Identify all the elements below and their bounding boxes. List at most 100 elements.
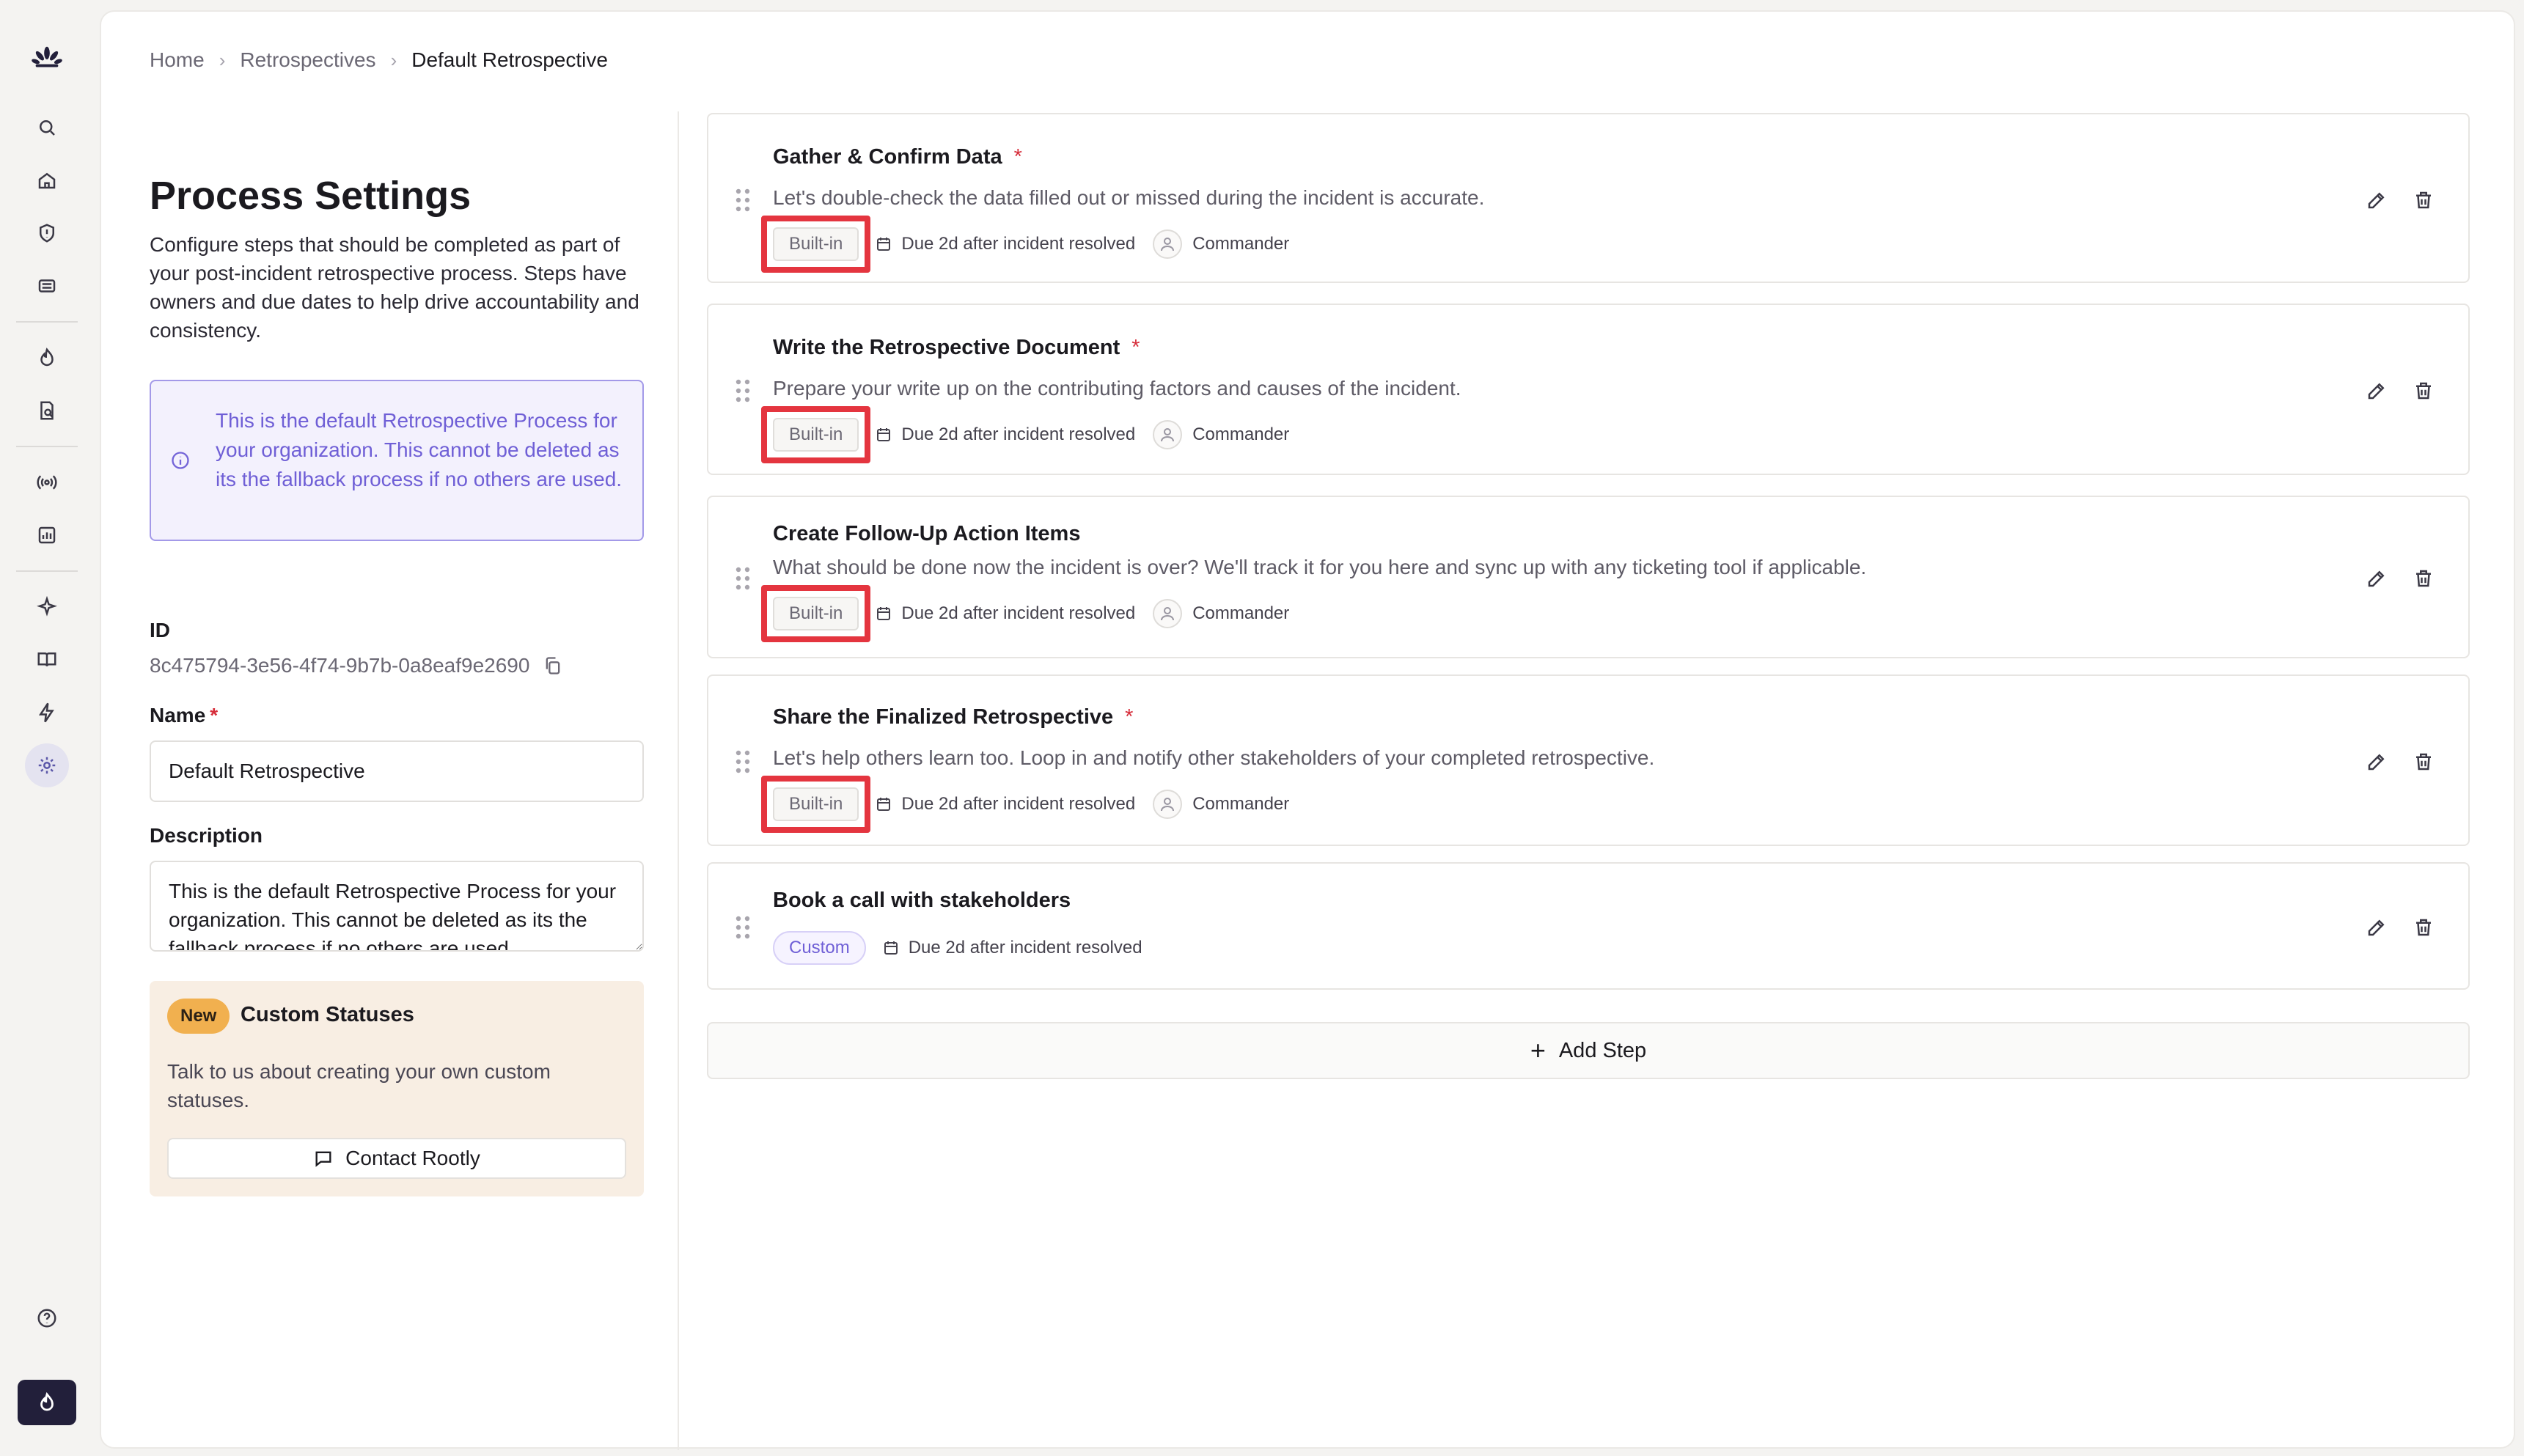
rail-divider bbox=[16, 570, 78, 572]
contact-button-label: Contact Rootly bbox=[345, 1147, 480, 1169]
copy-icon[interactable] bbox=[543, 655, 563, 676]
step-description: Let's help others learn too. Loop in and… bbox=[773, 746, 1655, 769]
breadcrumb-separator: › bbox=[390, 48, 397, 71]
home-icon[interactable] bbox=[25, 158, 69, 202]
step-actions bbox=[2342, 749, 2436, 774]
step-description: What should be done now the incident is … bbox=[773, 556, 1867, 578]
plus-icon: + bbox=[1530, 1035, 1546, 1065]
delete-icon[interactable] bbox=[2411, 188, 2436, 213]
help-icon[interactable] bbox=[25, 1296, 69, 1340]
default-process-notice: This is the default Retrospective Proces… bbox=[150, 380, 644, 541]
step-title: Book a call with stakeholders bbox=[773, 889, 1071, 912]
step-actions bbox=[2342, 378, 2436, 403]
search-icon[interactable] bbox=[25, 106, 69, 150]
alerts-icon[interactable] bbox=[25, 264, 69, 308]
built-in-tag: Built-in bbox=[760, 776, 871, 833]
custom-statuses-promo: New Custom Statuses Talk to us about cre… bbox=[150, 981, 644, 1196]
due-date: Due 2d after incident resolved bbox=[875, 603, 1135, 624]
breadcrumb-separator: › bbox=[219, 48, 226, 71]
add-step-button[interactable]: + Add Step bbox=[707, 1022, 2470, 1079]
due-date: Due 2d after incident resolved bbox=[882, 938, 1142, 958]
step-title: Share the Finalized Retrospective * bbox=[773, 705, 1134, 729]
breadcrumb-retrospectives[interactable]: Retrospectives bbox=[240, 48, 375, 72]
declare-incident-icon[interactable] bbox=[18, 1380, 76, 1425]
metrics-icon[interactable] bbox=[25, 513, 69, 557]
contact-rootly-button[interactable]: Contact Rootly bbox=[167, 1138, 626, 1179]
drag-handle-icon[interactable] bbox=[735, 915, 751, 940]
drag-handle-icon[interactable] bbox=[735, 188, 751, 213]
drag-handle-icon[interactable] bbox=[735, 749, 751, 774]
id-value: 8c475794-3e56-4f74-9b7b-0a8eaf9e2690 bbox=[150, 654, 563, 677]
breadcrumb: Home › Retrospectives › Default Retrospe… bbox=[150, 48, 608, 72]
step-card[interactable]: Create Follow-Up Action Items What shoul… bbox=[707, 496, 2470, 658]
step-card[interactable]: Share the Finalized Retrospective * Let's… bbox=[707, 674, 2470, 846]
catalog-icon[interactable] bbox=[25, 638, 69, 682]
drag-handle-icon[interactable] bbox=[735, 566, 751, 591]
required-marker: * bbox=[1013, 145, 1022, 169]
step-meta: Built-in Due 2d after incident resolved … bbox=[760, 585, 1289, 642]
ai-icon[interactable] bbox=[25, 585, 69, 629]
delete-icon[interactable] bbox=[2411, 378, 2436, 403]
user-icon bbox=[1153, 420, 1183, 449]
breadcrumb-home[interactable]: Home bbox=[150, 48, 205, 72]
calendar-icon bbox=[877, 428, 891, 441]
id-text: 8c475794-3e56-4f74-9b7b-0a8eaf9e2690 bbox=[150, 654, 530, 677]
app-root: Home › Retrospectives › Default Retrospe… bbox=[0, 0, 2524, 1456]
page-title: Process Settings bbox=[150, 174, 472, 218]
incidents-icon[interactable] bbox=[25, 211, 69, 255]
step-description: Prepare your write up on the contributin… bbox=[773, 377, 1461, 400]
rail-divider bbox=[16, 446, 78, 447]
built-in-tag: Built-in bbox=[760, 406, 871, 463]
edit-icon[interactable] bbox=[2364, 749, 2389, 774]
user-icon bbox=[1153, 599, 1183, 628]
step-title: Create Follow-Up Action Items bbox=[773, 522, 1081, 545]
description-field[interactable]: This is the default Retrospective Proces… bbox=[150, 861, 644, 952]
drag-handle-icon[interactable] bbox=[735, 378, 751, 403]
edit-icon[interactable] bbox=[2364, 378, 2389, 403]
required-marker: * bbox=[1125, 705, 1134, 729]
step-meta: Built-in Due 2d after incident resolved … bbox=[760, 776, 1289, 833]
add-step-label: Add Step bbox=[1558, 1038, 1647, 1062]
step-description: Let's double-check the data filled out o… bbox=[773, 186, 1485, 209]
custom-tag: Custom bbox=[773, 931, 866, 965]
notice-text: This is the default Retrospective Proces… bbox=[216, 409, 623, 490]
retrospectives-icon[interactable] bbox=[25, 389, 69, 433]
name-field[interactable] bbox=[150, 740, 644, 802]
edit-icon[interactable] bbox=[2364, 188, 2389, 213]
chat-icon bbox=[315, 1151, 331, 1167]
delete-icon[interactable] bbox=[2411, 915, 2436, 940]
delete-icon[interactable] bbox=[2411, 749, 2436, 774]
owner: Commander bbox=[1153, 229, 1289, 259]
page-description: Configure steps that should be completed… bbox=[150, 233, 639, 342]
step-meta: Built-in Due 2d after incident resolved … bbox=[760, 406, 1289, 463]
id-label: ID bbox=[150, 619, 170, 641]
required-marker: * bbox=[210, 704, 219, 727]
user-icon bbox=[1153, 790, 1183, 819]
on-call-icon[interactable] bbox=[25, 336, 69, 380]
step-card[interactable]: Gather & Confirm Data * Let's double-chec… bbox=[707, 113, 2470, 283]
calendar-icon bbox=[877, 238, 891, 251]
edit-icon[interactable] bbox=[2364, 566, 2389, 591]
description-label: Description bbox=[150, 824, 263, 847]
owner: Commander bbox=[1153, 790, 1289, 819]
built-in-tag: Built-in bbox=[760, 216, 871, 273]
due-date: Due 2d after incident resolved bbox=[875, 424, 1135, 445]
due-date: Due 2d after incident resolved bbox=[875, 794, 1135, 815]
workflows-icon[interactable] bbox=[25, 691, 69, 735]
edit-icon[interactable] bbox=[2364, 915, 2389, 940]
calendar-icon bbox=[884, 941, 898, 955]
step-meta: Built-in Due 2d after incident resolved … bbox=[760, 216, 1289, 273]
sidebar-rail bbox=[0, 0, 94, 1456]
column-divider bbox=[678, 111, 679, 1450]
step-title: Gather & Confirm Data * bbox=[773, 145, 1022, 169]
step-card[interactable]: Book a call with stakeholders Custom Due… bbox=[707, 862, 2470, 990]
rootly-logo-icon[interactable] bbox=[25, 37, 69, 81]
required-marker: * bbox=[1131, 336, 1140, 359]
step-meta: Custom Due 2d after incident resolved bbox=[773, 931, 1142, 965]
step-card[interactable]: Write the Retrospective Document * Prepar… bbox=[707, 304, 2470, 475]
settings-icon[interactable] bbox=[25, 743, 69, 787]
name-label: Name * bbox=[150, 704, 219, 727]
delete-icon[interactable] bbox=[2411, 566, 2436, 591]
owner: Commander bbox=[1153, 599, 1289, 628]
status-pages-icon[interactable] bbox=[25, 460, 69, 504]
